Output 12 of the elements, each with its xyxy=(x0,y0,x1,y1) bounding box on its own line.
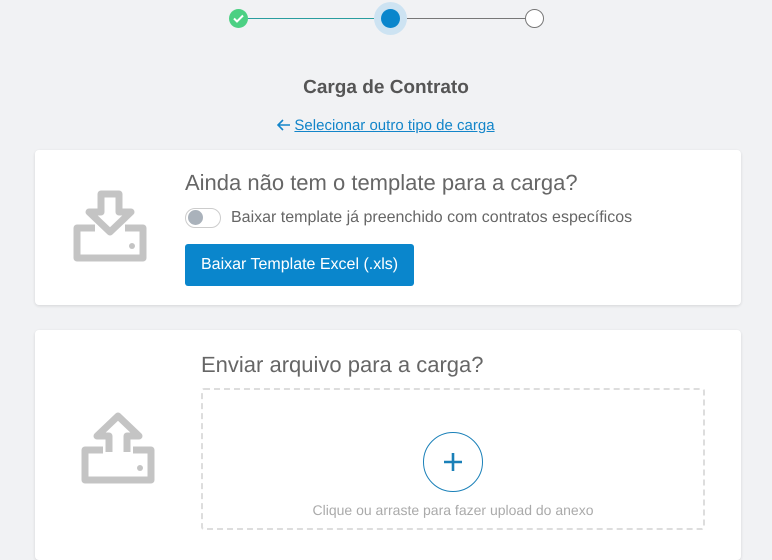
dropzone-hint: Clique ou arraste para fazer upload do anexo xyxy=(312,502,594,518)
plus-icon xyxy=(443,452,463,472)
toggle-label: Baixar template já preenchido com contratos específicos xyxy=(231,208,632,227)
arrow-left-icon xyxy=(277,119,292,132)
back-link[interactable]: Selecionar outro tipo de carga xyxy=(277,116,495,134)
check-icon xyxy=(232,14,244,23)
card-heading: Enviar arquivo para a carga? xyxy=(201,352,484,378)
page-title: Carga de Contrato xyxy=(303,76,469,99)
download-template-button[interactable]: Baixar Template Excel (.xls) xyxy=(185,244,414,286)
card-heading: Ainda não tem o template para a carga? xyxy=(185,170,579,196)
upload-dropzone[interactable]: Clique ou arraste para fazer upload do anexo xyxy=(201,388,705,530)
toggle-switch[interactable] xyxy=(185,208,221,228)
